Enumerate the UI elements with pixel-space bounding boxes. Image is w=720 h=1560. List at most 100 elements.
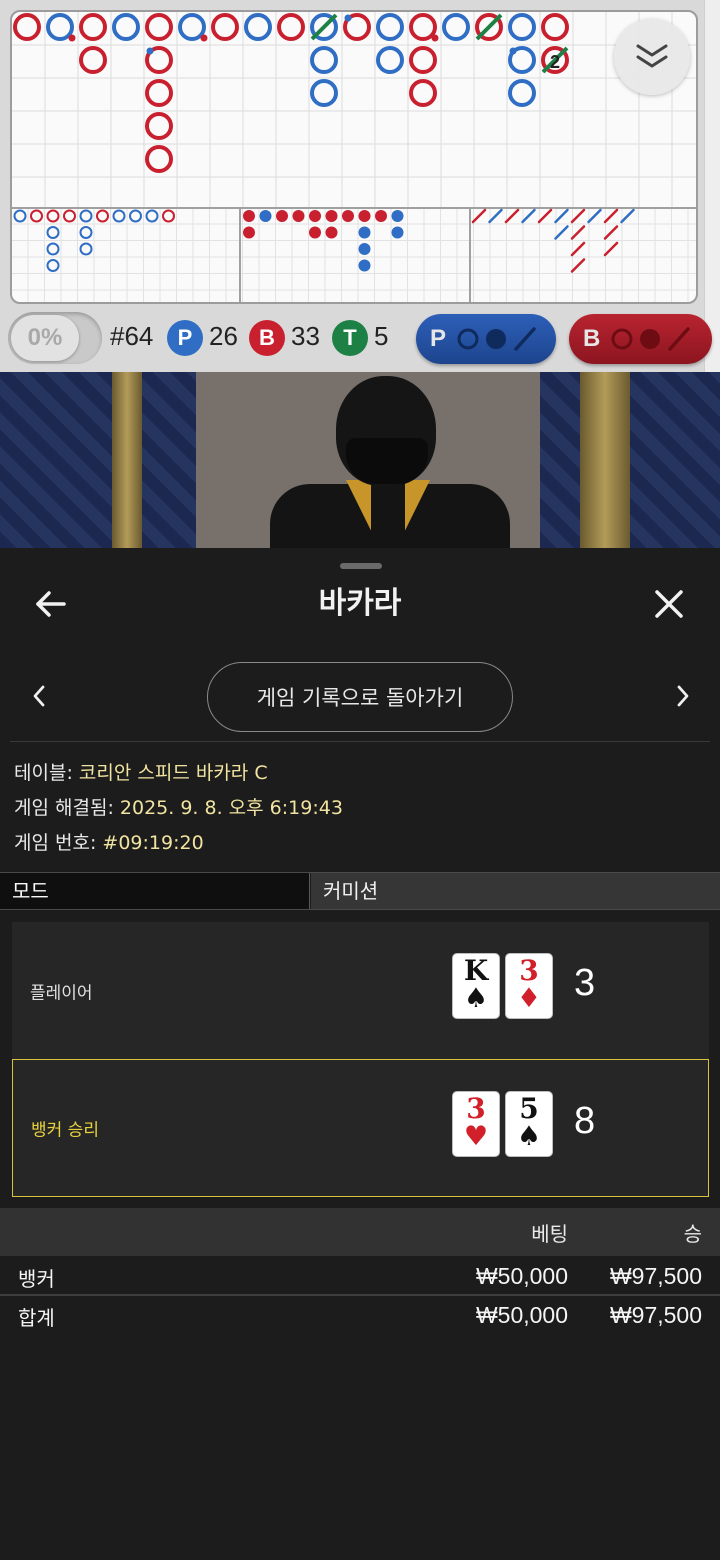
row-divider xyxy=(0,1294,720,1296)
big-eye-road-marker xyxy=(129,209,142,223)
big-road-marker xyxy=(13,13,41,41)
cockroach-road-marker xyxy=(521,208,536,224)
big-road-marker xyxy=(145,145,173,173)
previous-game-button[interactable] xyxy=(24,678,54,714)
next-game-button[interactable] xyxy=(668,678,698,714)
chevron-right-icon xyxy=(677,685,689,707)
table-info: 테이블: 코리안 스피드 바카라 C xyxy=(14,758,268,785)
live-video-feed xyxy=(0,372,720,548)
bet-row-amount: ₩50,000 xyxy=(475,1263,568,1289)
back-button[interactable] xyxy=(26,584,76,624)
tie-badge: T xyxy=(332,320,368,356)
big-road-marker xyxy=(244,13,272,41)
player-card-1: K ♠ xyxy=(453,954,499,1018)
banker-card-1-suit: ♥ xyxy=(463,1121,489,1152)
big-eye-road-marker xyxy=(112,209,126,223)
banker-hand-panel: 뱅커 승리 3 ♥ 5 ♠ 8 xyxy=(12,1059,709,1197)
big-road-marker xyxy=(409,79,437,107)
cockroach-road-marker xyxy=(471,208,487,224)
cockroach-road-marker xyxy=(570,225,586,240)
game-number-value: #09:19:20 xyxy=(102,832,204,854)
curtain-inner-right xyxy=(540,372,580,548)
player-card-2: 3 ♦ xyxy=(506,954,552,1018)
percentage-toggle[interactable]: 0% xyxy=(8,312,102,364)
player-badge: P xyxy=(167,320,203,356)
chevron-left-icon xyxy=(33,685,45,707)
big-road-pair-dot xyxy=(431,34,439,42)
close-button[interactable] xyxy=(646,582,692,626)
cockroach-road-marker xyxy=(603,208,619,224)
scoreboard-panel: 2 0% #64 P 26 B 33 T 5 P B xyxy=(0,0,720,372)
banker-score: 8 xyxy=(574,1100,596,1142)
tab-mode[interactable]: 모드 xyxy=(0,873,310,909)
bet-row-win: ₩97,500 xyxy=(609,1263,702,1289)
big-eye-road-marker xyxy=(13,209,27,223)
small-road-marker xyxy=(358,226,371,239)
cockroach-road-marker xyxy=(488,208,503,224)
small-road-marker xyxy=(375,210,387,222)
big-road-marker xyxy=(277,13,305,41)
big-road-marker xyxy=(376,46,404,74)
player-score: 3 xyxy=(574,962,596,1004)
win-column-header: 승 xyxy=(683,1222,702,1246)
cockroach-road-marker xyxy=(620,208,635,224)
big-road-marker xyxy=(376,13,404,41)
bet-column-header: 베팅 xyxy=(531,1222,568,1246)
big-road-marker xyxy=(508,13,536,41)
small-road-marker xyxy=(243,226,255,239)
small-road-marker xyxy=(358,259,371,272)
big-road-marker xyxy=(145,79,173,107)
big-road-marker xyxy=(409,13,437,41)
big-eye-road-marker xyxy=(96,209,109,223)
big-road-marker xyxy=(310,79,338,107)
banker-badge: B xyxy=(249,320,285,356)
banker-predict-button[interactable]: B xyxy=(569,314,712,364)
tie-count: 5 xyxy=(374,321,389,351)
player-predict-button[interactable]: P xyxy=(416,314,556,364)
small-road-marker xyxy=(259,210,272,222)
divider xyxy=(10,741,710,742)
big-eye-road-marker xyxy=(162,209,175,223)
gold-pillar-right xyxy=(580,372,630,548)
resolved-info-label: 게임 해결됨: xyxy=(14,797,114,819)
curtain-right xyxy=(630,372,720,548)
big-road-marker xyxy=(46,13,74,41)
cockroach-road-marker xyxy=(554,208,569,224)
big-eye-road-marker xyxy=(79,226,93,239)
cockroach-road-marker xyxy=(570,208,586,224)
table-info-value: 코리안 스피드 바카라 C xyxy=(78,762,268,784)
player-card-1-suit: ♠ xyxy=(463,983,489,1014)
big-road-marker xyxy=(145,13,173,41)
big-road-marker xyxy=(409,46,437,74)
big-eye-road-marker xyxy=(79,209,93,223)
curtain-left xyxy=(0,372,112,548)
round-number: #64 xyxy=(110,321,154,351)
mode-tabs: 모드 커미션 xyxy=(0,872,720,910)
return-to-history-button[interactable]: 게임 기록으로 돌아가기 xyxy=(207,662,513,732)
stats-bar: 0% #64 P 26 B 33 T 5 P B xyxy=(0,310,720,368)
big-road-marker xyxy=(442,13,470,41)
small-road-marker xyxy=(391,210,404,222)
player-predict-icons xyxy=(457,327,536,351)
big-eye-road-marker xyxy=(79,242,93,256)
collapse-roads-button[interactable] xyxy=(614,19,690,95)
gold-pillar-left xyxy=(112,372,142,548)
sheet-drag-handle[interactable] xyxy=(340,563,382,569)
big-road-tie-count: 2 xyxy=(550,52,560,72)
banker-predict-label: B xyxy=(583,325,601,352)
small-road-marker xyxy=(391,226,404,239)
banker-hand-label: 뱅커 승리 xyxy=(31,1120,99,1141)
player-card-2-suit: ♦ xyxy=(516,983,542,1014)
big-road-pair-dot xyxy=(68,34,76,42)
road-map-grid: 2 xyxy=(12,12,696,302)
small-road-marker xyxy=(292,210,305,222)
big-road-marker xyxy=(112,13,140,41)
tab-commission[interactable]: 커미션 xyxy=(311,873,720,909)
banker-card-1: 3 ♥ xyxy=(453,1092,499,1156)
big-road-marker xyxy=(508,79,536,107)
big-eye-road-marker xyxy=(46,226,60,239)
big-road-pair-dot xyxy=(146,47,154,55)
cockroach-road-marker xyxy=(570,241,586,257)
big-eye-road-marker xyxy=(46,259,60,272)
total-row-amount: ₩50,000 xyxy=(475,1302,568,1328)
